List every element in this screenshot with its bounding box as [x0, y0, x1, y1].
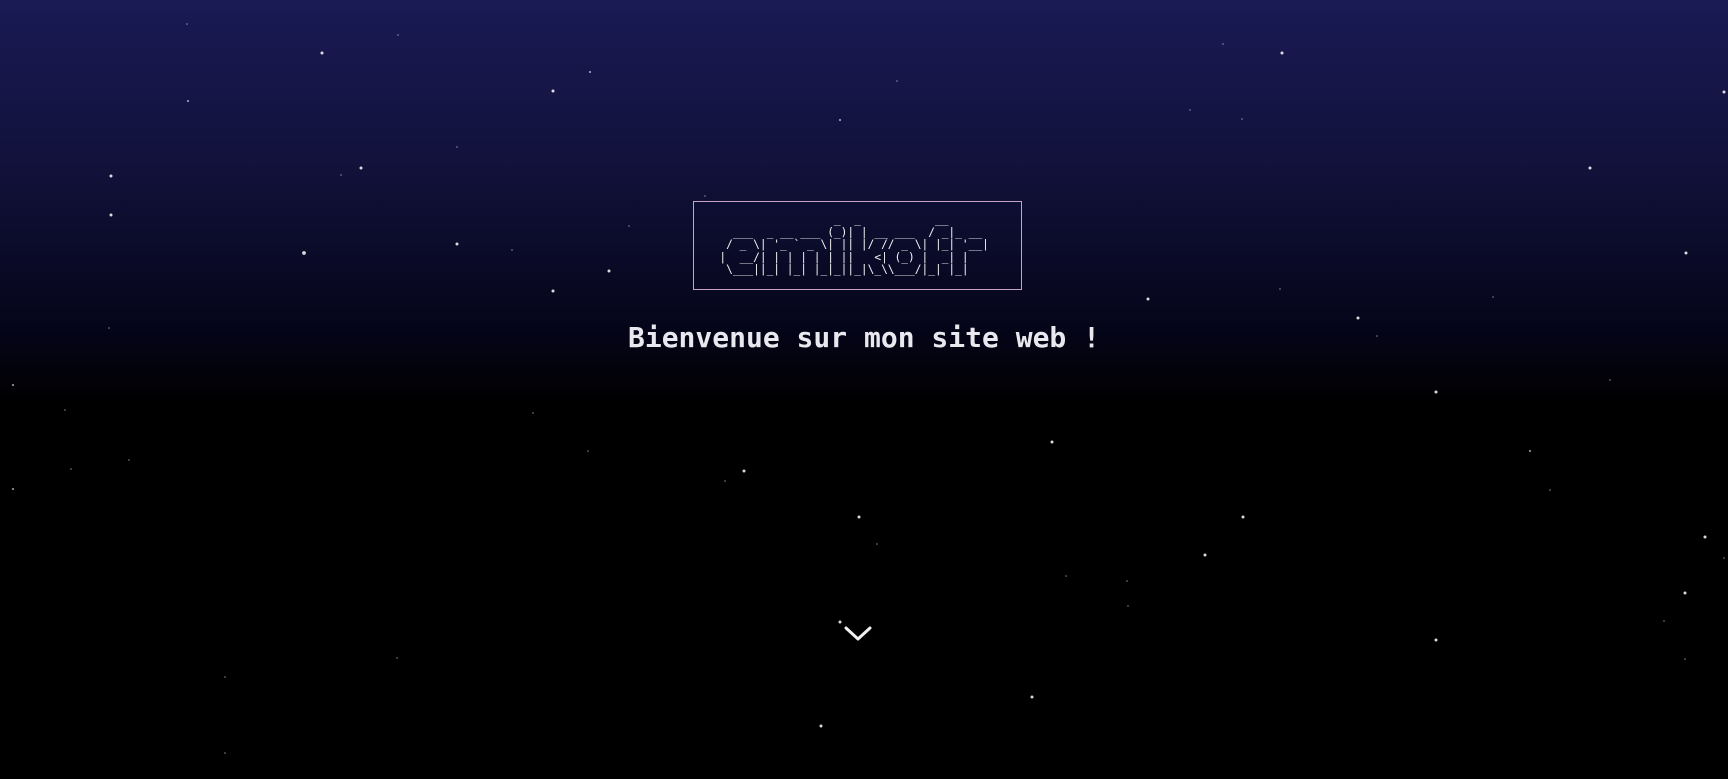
star	[1203, 553, 1207, 557]
star	[1279, 288, 1281, 290]
star	[1663, 620, 1665, 622]
scroll-down-button[interactable]	[842, 620, 874, 648]
star	[1434, 390, 1438, 394]
star	[1683, 591, 1687, 595]
star	[896, 80, 898, 82]
star	[1222, 43, 1224, 45]
welcome-heading: Bienvenue sur mon site web !	[627, 321, 1100, 354]
chevron-down-icon	[844, 626, 872, 641]
star	[224, 752, 226, 754]
star	[11, 383, 15, 387]
star	[224, 676, 226, 678]
star	[1492, 296, 1494, 298]
star	[1050, 440, 1054, 444]
star	[1703, 535, 1707, 539]
star	[551, 89, 555, 93]
star	[186, 23, 188, 25]
star	[320, 51, 324, 55]
star	[1684, 251, 1688, 255]
star	[11, 487, 15, 491]
star	[1126, 580, 1128, 582]
star	[628, 225, 630, 227]
star	[340, 174, 342, 176]
site-logo: _ _ __ ___ _ __ ___ (_)| | __ ___ / _|_ …	[693, 201, 1022, 290]
star	[1684, 658, 1686, 660]
star	[1723, 557, 1725, 559]
star	[511, 249, 513, 251]
star	[742, 469, 746, 473]
star	[724, 480, 726, 482]
star	[359, 166, 363, 170]
star	[1528, 449, 1532, 453]
star	[532, 412, 534, 414]
star	[109, 213, 113, 217]
star	[109, 174, 113, 178]
star	[704, 195, 706, 197]
star	[857, 515, 861, 519]
star	[397, 34, 399, 36]
starfield-background	[11, 23, 1726, 754]
star	[1189, 109, 1191, 111]
star	[1280, 51, 1284, 55]
star	[455, 242, 459, 246]
star	[1549, 489, 1551, 491]
star	[456, 146, 458, 148]
star	[302, 251, 306, 255]
star	[1065, 575, 1067, 577]
star	[128, 459, 130, 461]
star	[588, 70, 592, 74]
star	[838, 118, 842, 122]
star	[1722, 90, 1726, 94]
star	[1146, 297, 1150, 301]
star	[186, 99, 190, 103]
star	[1588, 166, 1592, 170]
star	[1434, 638, 1438, 642]
star	[1030, 695, 1034, 699]
star	[396, 657, 398, 659]
star	[876, 543, 878, 545]
star	[1241, 515, 1245, 519]
star	[819, 724, 823, 728]
star	[607, 269, 611, 273]
star	[70, 468, 72, 470]
star	[587, 450, 589, 452]
star	[551, 289, 555, 293]
star	[1241, 118, 1243, 120]
star	[1127, 605, 1129, 607]
star	[64, 409, 66, 411]
ascii-logo-text: _ _ __ ___ _ __ ___ (_)| | __ ___ / _|_ …	[719, 213, 989, 277]
star	[1609, 379, 1611, 381]
